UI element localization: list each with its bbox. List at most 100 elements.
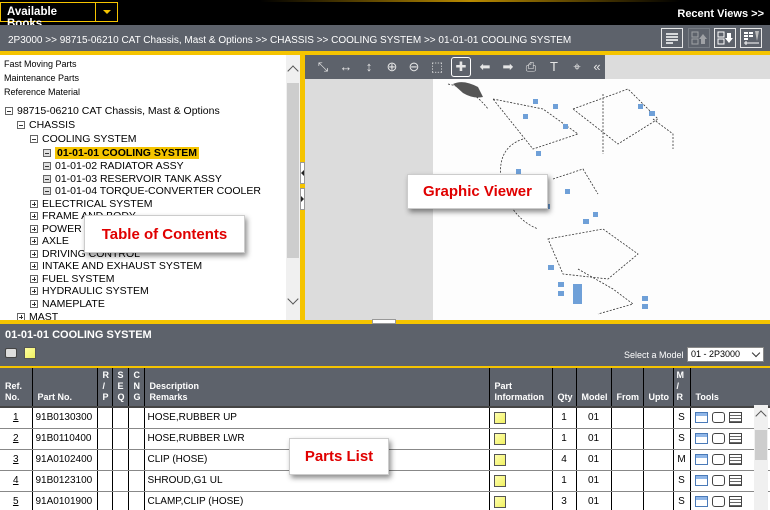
column-part-no[interactable]: Part No. bbox=[32, 368, 98, 408]
parts-list-icon[interactable] bbox=[740, 28, 762, 48]
expand-icon[interactable] bbox=[30, 237, 38, 245]
tree-node-cooling-system[interactable]: COOLING SYSTEM bbox=[30, 133, 137, 145]
part-information-icon[interactable] bbox=[493, 411, 506, 424]
toc-link-reference-material[interactable]: Reference Material bbox=[4, 87, 80, 97]
column-rp[interactable]: R / P bbox=[97, 368, 113, 408]
breadcrumb[interactable]: 2P3000 >> 98715-06210 CAT Chassis, Mast … bbox=[8, 35, 571, 46]
comment-icon[interactable] bbox=[711, 432, 725, 444]
tree-node[interactable]: ELECTRICAL SYSTEM bbox=[30, 198, 152, 210]
tree-node[interactable]: HYDRAULIC SYSTEM bbox=[30, 285, 149, 297]
tree-leaf[interactable]: 01-01-02 RADIATOR ASSY bbox=[43, 160, 184, 172]
tree-node[interactable]: AXLE bbox=[30, 235, 69, 247]
part-information-icon[interactable] bbox=[493, 432, 506, 445]
parts-scrollbar[interactable] bbox=[754, 405, 768, 510]
collapse-icon[interactable] bbox=[30, 135, 38, 143]
zoom-area-icon[interactable]: ⬚ bbox=[429, 59, 445, 75]
tree-node-mast[interactable]: MAST bbox=[17, 311, 58, 320]
expand-icon[interactable] bbox=[30, 275, 38, 283]
column-model[interactable]: Model bbox=[576, 368, 612, 408]
part-information-icon[interactable] bbox=[493, 474, 506, 487]
recent-views-link[interactable]: Recent Views >> bbox=[677, 8, 764, 20]
move-down-icon[interactable] bbox=[714, 28, 736, 48]
next-icon[interactable]: ➡ bbox=[500, 59, 516, 75]
ref-no-link[interactable]: 1 bbox=[0, 407, 33, 429]
tree-node-book[interactable]: 98715-06210 CAT Chassis, Mast & Options bbox=[5, 105, 220, 117]
table-icon[interactable] bbox=[728, 495, 742, 507]
expand-icon[interactable] bbox=[17, 313, 25, 320]
expand-icon[interactable] bbox=[30, 250, 38, 258]
tree-node-chassis[interactable]: CHASSIS bbox=[17, 119, 75, 131]
table-row[interactable]: 5 91A0101900 CLAMP,CLIP (HOSE) 3 01 S bbox=[0, 491, 770, 510]
tree-node[interactable]: NAMEPLATE bbox=[30, 298, 105, 310]
toc-link-maintenance-parts[interactable]: Maintenance Parts bbox=[4, 73, 79, 83]
tree-node[interactable]: FUEL SYSTEM bbox=[30, 273, 115, 285]
comment-icon[interactable] bbox=[711, 474, 725, 486]
expand-icon[interactable] bbox=[30, 287, 38, 295]
part-information-cell[interactable] bbox=[489, 449, 553, 471]
column-from[interactable]: From bbox=[611, 368, 644, 408]
print-icon[interactable]: ⎙ bbox=[523, 59, 539, 75]
part-information-cell[interactable] bbox=[489, 470, 553, 492]
ref-no-link[interactable]: 2 bbox=[0, 428, 33, 450]
expand-icon[interactable] bbox=[30, 300, 38, 308]
column-cng[interactable]: CNG bbox=[128, 368, 145, 408]
expand-icon[interactable] bbox=[30, 225, 38, 233]
part-information-cell[interactable] bbox=[489, 491, 553, 510]
toc-scrollbar[interactable] bbox=[286, 55, 300, 320]
part-information-icon[interactable] bbox=[493, 453, 506, 466]
scroll-up-icon[interactable] bbox=[287, 65, 299, 77]
view-drawing-icon[interactable] bbox=[694, 495, 708, 507]
toc-link-fast-moving-parts[interactable]: Fast Moving Parts bbox=[4, 59, 77, 69]
view-drawing-icon[interactable] bbox=[694, 453, 708, 465]
part-information-cell[interactable] bbox=[489, 407, 553, 429]
column-seq[interactable]: SEQ bbox=[112, 368, 129, 408]
comment-icon[interactable] bbox=[711, 412, 725, 424]
fit-icon[interactable]: ⤡ bbox=[315, 59, 331, 75]
ref-no-link[interactable]: 4 bbox=[0, 470, 33, 492]
comment-icon[interactable] bbox=[711, 495, 725, 507]
part-information-cell[interactable] bbox=[489, 428, 553, 450]
tree-node[interactable]: INTAKE AND EXHAUST SYSTEM bbox=[30, 260, 202, 272]
tree-leaf-selected[interactable]: 01-01-01 COOLING SYSTEM bbox=[43, 147, 200, 159]
collapse-icon[interactable]: « bbox=[589, 59, 605, 75]
table-icon[interactable] bbox=[728, 453, 742, 465]
scroll-down-icon[interactable] bbox=[287, 293, 299, 305]
fit-width-icon[interactable]: ↔ bbox=[338, 59, 354, 75]
table-row[interactable]: 1 91B0130300 HOSE,RUBBER UP 1 01 S bbox=[0, 407, 770, 429]
view-drawing-icon[interactable] bbox=[694, 474, 708, 486]
table-icon[interactable] bbox=[728, 412, 742, 424]
comment-icon[interactable] bbox=[5, 348, 17, 358]
text-icon[interactable]: T bbox=[546, 59, 562, 75]
column-part-information[interactable]: Part Information bbox=[489, 368, 553, 408]
tree-leaf[interactable]: 01-01-04 TORQUE-CONVERTER COOLER bbox=[43, 185, 261, 197]
table-icon[interactable] bbox=[728, 474, 742, 486]
column-ref-no[interactable]: Ref. No. bbox=[0, 368, 33, 408]
chevron-down-icon[interactable] bbox=[96, 3, 117, 21]
zoom-in-icon[interactable]: ⊕ bbox=[384, 59, 400, 75]
scrollbar-thumb[interactable] bbox=[287, 83, 299, 258]
ref-no-link[interactable]: 3 bbox=[0, 449, 33, 471]
scrollbar-thumb[interactable] bbox=[755, 430, 767, 460]
column-mr[interactable]: M / R bbox=[673, 368, 691, 408]
view-drawing-icon[interactable] bbox=[694, 412, 708, 424]
tree-leaf[interactable]: 01-01-03 RESERVOIR TANK ASSY bbox=[43, 173, 222, 185]
column-upto[interactable]: Upto bbox=[643, 368, 674, 408]
ref-no-link[interactable]: 5 bbox=[0, 491, 33, 510]
pan-icon[interactable]: ✚ bbox=[451, 57, 471, 77]
expand-icon[interactable] bbox=[30, 262, 38, 270]
expand-icon[interactable] bbox=[30, 212, 38, 220]
expand-icon[interactable] bbox=[30, 200, 38, 208]
model-select[interactable]: 01 - 2P3000 bbox=[687, 347, 764, 362]
column-description[interactable]: Description Remarks bbox=[144, 368, 490, 408]
column-qty[interactable]: Qty bbox=[552, 368, 577, 408]
part-information-icon[interactable] bbox=[493, 495, 506, 508]
scroll-up-icon[interactable] bbox=[755, 410, 767, 422]
available-books-dropdown[interactable]: Available Books bbox=[0, 2, 118, 30]
previous-icon[interactable]: ⬅ bbox=[477, 59, 493, 75]
zoom-out-icon[interactable]: ⊖ bbox=[406, 59, 422, 75]
view-drawing-icon[interactable] bbox=[694, 432, 708, 444]
fit-height-icon[interactable]: ↕ bbox=[361, 59, 377, 75]
list-view-icon[interactable] bbox=[661, 28, 683, 48]
part-information-icon[interactable] bbox=[24, 347, 36, 359]
collapse-icon[interactable] bbox=[17, 121, 25, 129]
